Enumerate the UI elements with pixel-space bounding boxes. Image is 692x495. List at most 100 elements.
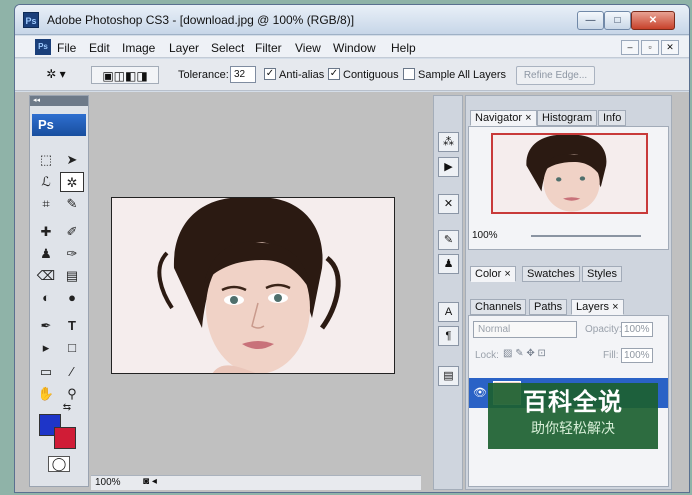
menu-view[interactable]: View <box>295 41 321 55</box>
panel-dock: ⁂ ▶ ✕ ✎ ♟ A ¶ ▤ <box>433 95 463 490</box>
navigator-preview[interactable] <box>491 133 648 214</box>
watermark-logo: 百科全说 助你轻松解决 <box>488 383 658 449</box>
blur-tool-icon[interactable]: ◐ <box>34 288 58 308</box>
contiguous-label: Contiguous <box>343 69 399 81</box>
antialias-label: Anti-alias <box>279 69 325 81</box>
eyedropper-tool-icon[interactable]: ⁄ <box>60 362 84 382</box>
menu-window[interactable]: Window <box>333 41 376 55</box>
lasso-tool-icon[interactable]: ℒ <box>34 172 58 192</box>
brush-tool-icon[interactable]: ✐ <box>60 222 84 242</box>
toolbox-collapse[interactable]: ◂◂ <box>30 96 88 106</box>
pen-tool-icon[interactable]: ✒ <box>34 316 58 336</box>
options-bar: ✲ ▾ ▣◫◧◨ Tolerance: 32 ✓ Anti-alias ✓ Co… <box>15 59 689 91</box>
quick-mask-icon[interactable]: ◯ <box>48 456 70 472</box>
notes-tool-icon[interactable]: ▭ <box>34 362 58 382</box>
toolbox: ◂◂ Ps ⬚ ➤ ℒ ✲ ⌗ ✎ ✚ ✐ ♟ ✑ ⌫ ▤ ◐ ● ✒ T ▸ … <box>29 95 89 487</box>
paragraph-dock-icon[interactable]: ¶ <box>438 326 459 346</box>
zoom-tool-icon[interactable]: ⚲ <box>60 384 84 404</box>
watermark-title: 百科全说 <box>523 389 623 416</box>
marquee-tool-icon[interactable]: ⬚ <box>34 150 58 170</box>
path-selection-tool-icon[interactable]: ▸ <box>34 338 58 358</box>
tab-swatches[interactable]: Swatches <box>522 266 580 282</box>
close-button[interactable]: ✕ <box>631 11 675 30</box>
history-brush-tool-icon[interactable]: ✑ <box>60 244 84 264</box>
doc-minimize-button[interactable]: – <box>621 40 639 55</box>
navigator-thumbnail <box>493 135 646 212</box>
menu-help[interactable]: Help <box>391 41 416 55</box>
gradient-tool-icon[interactable]: ▤ <box>60 266 84 286</box>
background-color-swatch[interactable] <box>54 427 76 449</box>
fill-input[interactable]: 100% <box>621 348 653 363</box>
menu-bar: Ps File Edit Image Layer Select Filter V… <box>15 36 689 58</box>
status-bar: 100% ◙ ◂ <box>91 475 421 490</box>
tab-layers[interactable]: Layers × <box>571 299 624 315</box>
menu-layer[interactable]: Layer <box>169 41 199 55</box>
tolerance-input[interactable]: 32 <box>230 66 256 83</box>
watermark-subtitle: 助你轻松解决 <box>531 420 615 436</box>
layers-tab-row: Channels Paths Layers × <box>468 299 669 315</box>
blend-mode-select[interactable]: Normal <box>473 321 577 338</box>
move-tool-icon[interactable]: ➤ <box>60 150 84 170</box>
layer-visibility-eye-icon[interactable]: 👁 <box>473 386 487 399</box>
antialias-checkbox[interactable]: ✓ <box>264 68 276 80</box>
opacity-label: Opacity: <box>585 324 622 335</box>
sample-all-layers-checkbox[interactable] <box>403 68 415 80</box>
healing-brush-tool-icon[interactable]: ✚ <box>34 222 58 242</box>
tab-styles[interactable]: Styles <box>582 266 622 282</box>
fill-label: Fill: <box>603 350 619 361</box>
opacity-input[interactable]: 100% <box>621 322 653 337</box>
magic-wand-tool-preset-icon[interactable]: ✲ ▾ <box>41 65 71 83</box>
navigator-zoom-slider[interactable] <box>531 235 641 237</box>
portrait-image <box>112 198 394 373</box>
status-menu-icon[interactable]: ◙ ◂ <box>143 476 157 487</box>
refine-edge-button[interactable]: Refine Edge... <box>516 66 595 85</box>
eraser-tool-icon[interactable]: ⌫ <box>34 266 58 286</box>
document-canvas[interactable] <box>111 197 395 374</box>
dodge-tool-icon[interactable]: ● <box>60 288 84 308</box>
menu-image[interactable]: Image <box>122 41 155 55</box>
swap-colors-icon[interactable]: ⇆ <box>60 402 74 414</box>
title-bar[interactable]: Ps Adobe Photoshop CS3 - [download.jpg @… <box>15 5 689 35</box>
navigator-dock-icon[interactable]: ⁂ <box>438 132 459 152</box>
doc-close-button[interactable]: ✕ <box>661 40 679 55</box>
selection-mode-icons[interactable]: ▣◫◧◨ <box>91 66 159 84</box>
tab-navigator[interactable]: Navigator × <box>470 110 537 126</box>
character-dock-icon[interactable]: A <box>438 302 459 322</box>
lock-icons[interactable]: ▨ ✎ ✥ ⊡ <box>503 348 546 359</box>
clone-stamp-tool-icon[interactable]: ♟ <box>34 244 58 264</box>
tab-info[interactable]: Info <box>598 110 627 126</box>
tab-color[interactable]: Color × <box>470 266 516 282</box>
zoom-level[interactable]: 100% <box>95 477 121 488</box>
photoshop-logo: Ps <box>32 114 86 136</box>
menu-filter[interactable]: Filter <box>255 41 282 55</box>
menu-edit[interactable]: Edit <box>89 41 110 55</box>
tolerance-label: Tolerance: <box>178 69 229 81</box>
maximize-button[interactable]: □ <box>604 11 631 30</box>
tab-paths[interactable]: Paths <box>529 299 568 315</box>
doc-restore-button[interactable]: ▫ <box>641 40 659 55</box>
brushes-dock-icon[interactable]: ✎ <box>438 230 459 250</box>
tab-channels[interactable]: Channels <box>470 299 527 315</box>
tool-presets-dock-icon[interactable]: ✕ <box>438 194 459 214</box>
minimize-button[interactable]: — <box>577 11 604 30</box>
document-icon[interactable]: Ps <box>35 39 51 55</box>
type-tool-icon[interactable]: T <box>60 316 84 336</box>
sample-all-layers-label: Sample All Layers <box>418 69 507 81</box>
layer-comps-dock-icon[interactable]: ▤ <box>438 366 459 386</box>
slice-tool-icon[interactable]: ✎ <box>60 194 84 214</box>
menu-select[interactable]: Select <box>211 41 244 55</box>
hand-tool-icon[interactable]: ✋ <box>34 384 58 404</box>
contiguous-checkbox[interactable]: ✓ <box>328 68 340 80</box>
navigator-panel: 100% <box>468 126 669 250</box>
window-title: Adobe Photoshop CS3 - [download.jpg @ 10… <box>47 13 355 27</box>
clone-source-dock-icon[interactable]: ♟ <box>438 254 459 274</box>
menu-file[interactable]: File <box>57 41 76 55</box>
shape-tool-icon[interactable]: □ <box>60 338 84 358</box>
navigator-zoom-value[interactable]: 100% <box>472 230 498 241</box>
lock-label: Lock: <box>475 350 499 361</box>
actions-dock-icon[interactable]: ▶ <box>438 157 459 177</box>
magic-wand-tool-icon[interactable]: ✲ <box>60 172 84 192</box>
crop-tool-icon[interactable]: ⌗ <box>34 194 58 214</box>
tab-histogram[interactable]: Histogram <box>537 110 598 126</box>
photoshop-app-icon: Ps <box>23 12 39 28</box>
